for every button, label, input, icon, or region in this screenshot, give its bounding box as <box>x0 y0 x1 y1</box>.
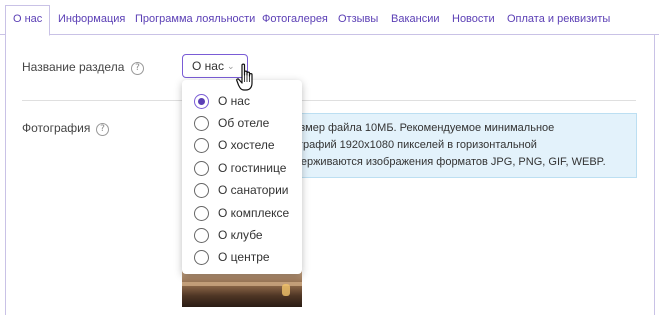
section-name-selected-value: О нас <box>192 59 224 73</box>
option-label: О центре <box>218 250 270 264</box>
help-icon[interactable]: ? <box>96 123 109 136</box>
option-club[interactable]: О клубе <box>194 225 263 245</box>
option-label: Об отеле <box>218 116 270 130</box>
radio-unchecked-icon <box>194 137 209 153</box>
option-about[interactable]: О нас <box>194 91 250 111</box>
info-line: ддерживаются изображения форматов JPG, P… <box>288 156 606 168</box>
tab-bar: О нас Информация Программа лояльности Фо… <box>0 0 659 36</box>
option-complex[interactable]: О комплексе <box>194 203 289 223</box>
chevron-down-icon: ⌄ <box>227 61 235 71</box>
photo-label: Фотография <box>22 121 91 135</box>
tab-reviews[interactable]: Отзывы <box>338 7 378 35</box>
option-label: О нас <box>218 94 250 108</box>
option-hostel[interactable]: О хостеле <box>194 135 275 155</box>
tab-vacancies[interactable]: Вакансии <box>391 7 440 35</box>
radio-unchecked-icon <box>194 205 209 221</box>
tab-information[interactable]: Информация <box>58 7 125 35</box>
tab-news[interactable]: Новости <box>452 7 495 35</box>
option-label: О гостинице <box>218 161 287 175</box>
radio-checked-icon <box>194 93 209 109</box>
option-label: О комплексе <box>218 206 290 220</box>
option-sanatorium[interactable]: О санатории <box>194 180 289 200</box>
option-label: О клубе <box>218 228 263 242</box>
info-line: тографий 1920x1080 пикселей в горизонтал… <box>288 139 537 151</box>
radio-unchecked-icon <box>194 249 209 265</box>
radio-unchecked-icon <box>194 227 209 243</box>
section-name-label: Название раздела <box>22 60 125 74</box>
option-hotel[interactable]: Об отеле <box>194 113 269 133</box>
tab-loyalty-program[interactable]: Программа лояльности <box>135 7 255 35</box>
option-guesthouse[interactable]: О гостинице <box>194 158 286 178</box>
tab-photogallery[interactable]: Фотогалерея <box>262 7 328 35</box>
info-line: размер файла 10МБ. Рекомендуемое минимал… <box>288 122 555 134</box>
photo-thumbnail[interactable] <box>182 270 302 307</box>
radio-unchecked-icon <box>194 115 209 131</box>
option-label: О хостеле <box>218 138 275 152</box>
divider <box>22 100 636 101</box>
section-name-dropdown: О нас Об отеле О хостеле О гостинице О с… <box>182 80 302 274</box>
tab-payment-details[interactable]: Оплата и реквизиты <box>507 7 610 35</box>
hand-pointer-cursor-icon <box>236 63 253 91</box>
radio-unchecked-icon <box>194 182 209 198</box>
tab-about[interactable]: О нас <box>5 5 51 36</box>
radio-unchecked-icon <box>194 160 209 176</box>
help-icon[interactable]: ? <box>131 62 144 75</box>
option-label: О санатории <box>218 183 289 197</box>
option-center[interactable]: О центре <box>194 247 270 267</box>
